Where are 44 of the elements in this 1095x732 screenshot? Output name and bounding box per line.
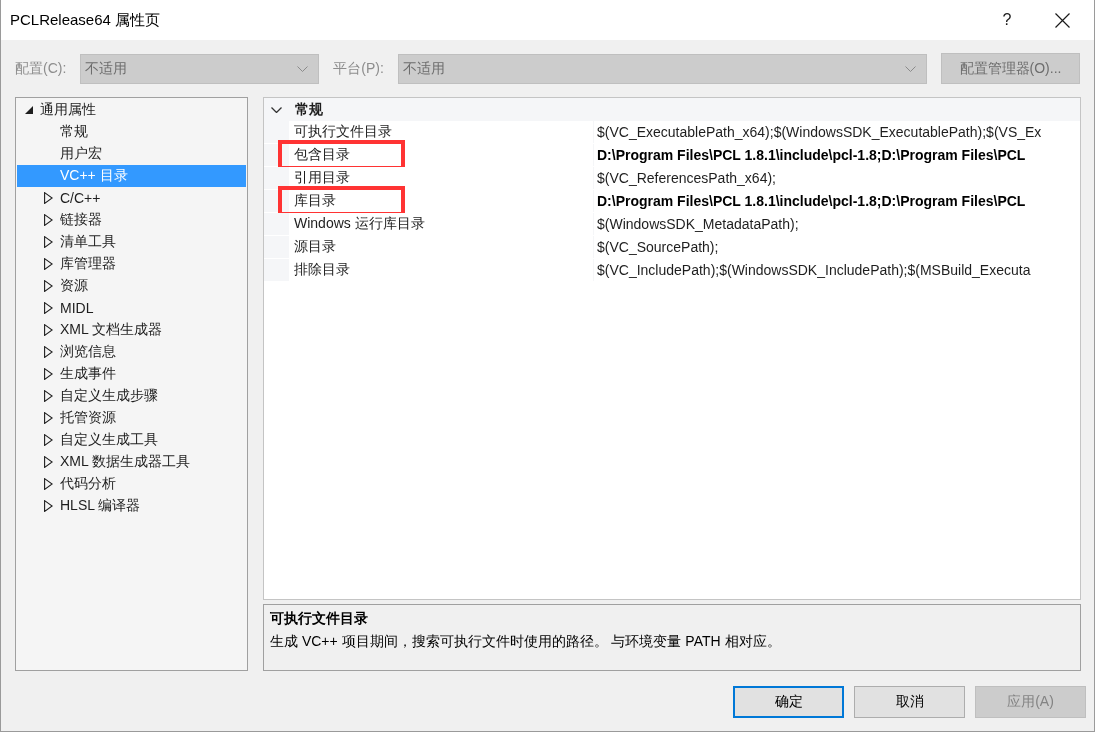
window-title: PCLRelease64 属性页: [10, 10, 162, 30]
tree-item[interactable]: MIDL: [17, 297, 246, 319]
tree-item[interactable]: 库管理器: [17, 253, 246, 275]
tree-item[interactable]: 生成事件: [17, 363, 246, 385]
close-icon: [1054, 12, 1070, 28]
tree-item[interactable]: HLSL 编译器: [17, 495, 246, 517]
property-name[interactable]: 引用目录: [289, 167, 593, 189]
chevron-down-icon: [905, 65, 916, 72]
tree-item[interactable]: C/C++: [17, 187, 246, 209]
dialog-button[interactable]: 确定: [733, 686, 844, 718]
property-name[interactable]: 排除目录: [289, 259, 593, 281]
help-button[interactable]: ?: [984, 0, 1030, 40]
tree-item[interactable]: 资源: [17, 275, 246, 297]
tree-item[interactable]: XML 数据生成器工具: [17, 451, 246, 473]
property-name[interactable]: Windows 运行库目录: [289, 213, 593, 235]
tree-item[interactable]: 托管资源: [17, 407, 246, 429]
property-value[interactable]: $(VC_ReferencesPath_x64);: [594, 167, 1080, 189]
tree-item[interactable]: 浏览信息: [17, 341, 246, 363]
property-name[interactable]: 可执行文件目录: [289, 121, 593, 143]
property-value[interactable]: $(VC_SourcePath);: [594, 236, 1080, 258]
property-value[interactable]: $(VC_IncludePath);$(WindowsSDK_IncludePath);$(MSBuild_Executa: [594, 259, 1080, 281]
tree-item[interactable]: 用户宏: [17, 143, 246, 165]
description-text: 生成 VC++ 项目期间，搜索可执行文件时使用的路径。 与环境变量 PATH 相对应。: [270, 632, 781, 651]
property-value[interactable]: $(WindowsSDK_MetadataPath);: [594, 213, 1080, 235]
tree-item[interactable]: 通用属性: [17, 99, 246, 121]
tree-item[interactable]: XML 文档生成器: [17, 319, 246, 341]
tree-item[interactable]: 自定义生成工具: [17, 429, 246, 451]
tree-item[interactable]: 自定义生成步骤: [17, 385, 246, 407]
property-name[interactable]: 包含目录: [289, 144, 593, 166]
tree-item[interactable]: 常规: [17, 121, 246, 143]
tree-item[interactable]: 链接器: [17, 209, 246, 231]
property-value[interactable]: $(VC_ExecutablePath_x64);$(WindowsSDK_ExecutablePath);$(VS_Ex: [594, 121, 1080, 143]
dialog-button[interactable]: 取消: [854, 686, 965, 718]
property-value[interactable]: D:\Program Files\PCL 1.8.1\include\pcl-1.8;D:\Program Files\PCL: [594, 190, 1080, 212]
property-name[interactable]: 库目录: [289, 190, 593, 212]
field-label: 平台(P):: [333, 59, 384, 78]
property-value[interactable]: D:\Program Files\PCL 1.8.1\include\pcl-1.8;D:\Program Files\PCL: [594, 144, 1080, 166]
tree-item[interactable]: 清单工具: [17, 231, 246, 253]
field-label: 配置(C):: [15, 59, 67, 78]
description-title: 可执行文件目录: [270, 609, 368, 628]
chevron-down-icon: [297, 65, 309, 72]
tree-item[interactable]: 代码分析: [17, 473, 246, 495]
property-name[interactable]: 源目录: [289, 236, 593, 258]
category-header[interactable]: 常规: [264, 98, 1080, 121]
